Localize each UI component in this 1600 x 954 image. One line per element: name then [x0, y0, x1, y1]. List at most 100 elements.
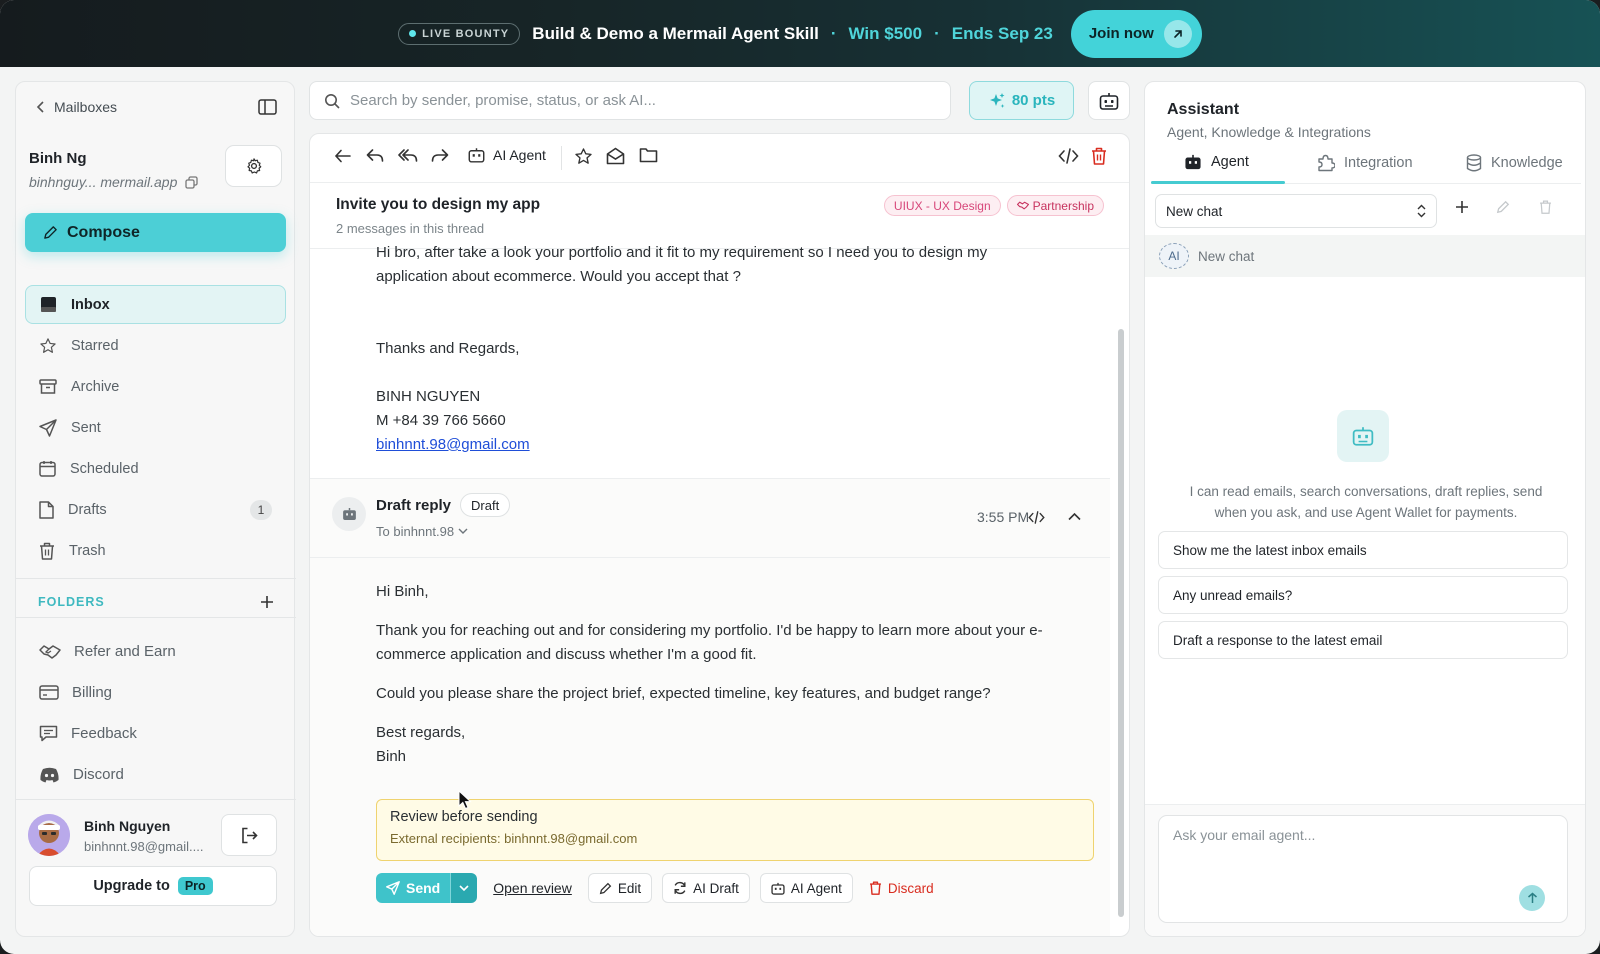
active-tab-indicator	[1151, 181, 1285, 184]
ai-draft-button[interactable]: AI Draft	[662, 873, 750, 903]
suggestion-button[interactable]: Draft a response to the latest email	[1158, 621, 1568, 659]
open-review-link[interactable]: Open review	[487, 880, 578, 896]
draft-badge: Draft	[460, 493, 511, 517]
account-name: Binh Ng	[29, 150, 87, 167]
sidebar-item-label: Starred	[71, 337, 119, 354]
back-arrow-icon[interactable]	[334, 147, 352, 165]
sidebar-item-sent[interactable]: Sent	[25, 408, 286, 447]
mark-unread-icon[interactable]	[606, 147, 625, 165]
bot-icon	[468, 147, 485, 163]
mailbox-nav: Inbox Starred Archive Sent Scheduled Dra…	[25, 285, 286, 572]
folder-label: Discord	[73, 766, 124, 783]
search-icon	[324, 93, 340, 109]
chevron-up-icon[interactable]	[1068, 512, 1081, 521]
sidebar-item-label: Scheduled	[70, 460, 139, 477]
forward-icon[interactable]	[431, 147, 449, 165]
assistant-send-button[interactable]	[1519, 885, 1545, 911]
copy-icon[interactable]	[185, 175, 199, 189]
sparkle-icon	[988, 92, 1006, 110]
arrow-up-icon	[1527, 892, 1538, 904]
draft-header: Draft reply Draft To binhnnt.98 3:55 PM	[310, 478, 1110, 558]
send-button-group: Send	[376, 873, 478, 903]
chat-select[interactable]: New chat	[1155, 194, 1437, 228]
ai-agent-toolbar-button[interactable]: AI Agent	[468, 147, 546, 163]
draft-recipient-toggle[interactable]: To binhnnt.98	[376, 524, 468, 539]
logout-button[interactable]	[221, 814, 277, 856]
inbox-icon	[40, 296, 57, 313]
search-input[interactable]: Search by sender, promise, status, or as…	[350, 92, 656, 109]
folder-label: Billing	[72, 684, 113, 701]
delete-chat-icon[interactable]	[1539, 200, 1552, 214]
settings-button[interactable]	[225, 145, 282, 187]
points-button[interactable]: 80 pts	[969, 81, 1074, 120]
add-folder-icon[interactable]	[260, 595, 274, 609]
promo-banner: LIVE BOUNTY Build & Demo a Mermail Agent…	[0, 0, 1600, 67]
tag-uiux[interactable]: UIUX - UX Design	[883, 195, 1001, 216]
chevron-down-icon	[459, 884, 469, 892]
tab-label: Knowledge	[1491, 155, 1563, 171]
reply-all-icon[interactable]	[398, 147, 418, 165]
avatar[interactable]	[28, 814, 70, 856]
folders-label: FOLDERS	[38, 595, 105, 609]
edit-button[interactable]: Edit	[587, 873, 653, 903]
sidebar-item-scheduled[interactable]: Scheduled	[25, 449, 286, 488]
code-icon[interactable]	[1058, 147, 1079, 165]
assistant-panel: Assistant Agent, Knowledge & Integration…	[1144, 81, 1586, 937]
account-email: binhnguy... mermail.app	[29, 174, 178, 190]
review-title: Review before sending	[390, 809, 538, 825]
folder-discord[interactable]: Discord	[39, 754, 279, 795]
sidebar-item-trash[interactable]: Trash	[25, 531, 286, 570]
mail-scrollbar[interactable]	[1118, 329, 1124, 917]
reply-icon[interactable]	[366, 147, 384, 165]
suggestion-button[interactable]: Show me the latest inbox emails	[1158, 531, 1568, 569]
folder-icon[interactable]	[639, 147, 658, 163]
ai-agent-label: AI Agent	[790, 880, 842, 896]
account-email-row: binhnguy... mermail.app	[29, 174, 199, 190]
suggestion-button[interactable]: Any unread emails?	[1158, 576, 1568, 614]
star-icon	[39, 337, 57, 355]
draft-paragraph: Could you please share the project brief…	[376, 685, 991, 702]
sidebar-item-starred[interactable]: Starred	[25, 326, 286, 365]
folder-feedback[interactable]: Feedback	[39, 713, 279, 754]
new-chat-icon[interactable]	[1455, 200, 1469, 214]
send-button[interactable]: Send	[376, 873, 451, 903]
sidebar-item-archive[interactable]: Archive	[25, 367, 286, 406]
refresh-icon	[673, 881, 687, 895]
delete-icon[interactable]	[1091, 147, 1107, 165]
compose-button[interactable]: Compose	[25, 213, 286, 252]
chat-list-item[interactable]: AI New chat	[1145, 235, 1585, 277]
folder-label: Refer and Earn	[74, 643, 176, 660]
assistant-input[interactable]: Ask your email agent...	[1158, 815, 1568, 923]
live-bounty-label: LIVE BOUNTY	[422, 27, 510, 40]
signature-email-link[interactable]: binhnnt.98@gmail.com	[376, 433, 530, 457]
draft-actions: Send Open review Edit AI Draft AI Agent	[376, 873, 940, 903]
folder-billing[interactable]: Billing	[39, 672, 279, 713]
empty-state-bot-icon	[1337, 410, 1389, 462]
folder-refer-and-earn[interactable]: Refer and Earn	[39, 631, 279, 672]
tab-label: Integration	[1344, 155, 1413, 171]
tag-partnership[interactable]: Partnership	[1006, 195, 1104, 216]
discard-button[interactable]: Discard	[863, 881, 940, 896]
tag-label: UIUX - UX Design	[893, 198, 991, 213]
sidebar-item-drafts[interactable]: Drafts 1	[25, 490, 286, 529]
search-bar[interactable]: Search by sender, promise, status, or as…	[309, 81, 951, 120]
points-label: 80 pts	[1011, 92, 1056, 109]
tab-integration[interactable]: Integration	[1317, 154, 1413, 172]
join-now-button[interactable]: Join now	[1070, 9, 1202, 58]
footer-user-name: Binh Nguyen	[84, 818, 171, 834]
assistant-toggle-button[interactable]	[1088, 81, 1130, 120]
sidebar-item-inbox[interactable]: Inbox	[25, 285, 286, 324]
upgrade-button[interactable]: Upgrade to Pro	[29, 866, 277, 906]
ai-agent-button[interactable]: AI Agent	[759, 873, 853, 903]
tab-agent[interactable]: Agent	[1184, 154, 1249, 170]
mail-toolbar: AI Agent	[310, 134, 1129, 183]
tab-knowledge[interactable]: Knowledge	[1466, 154, 1563, 172]
discard-label: Discard	[887, 880, 934, 896]
rename-chat-icon[interactable]	[1496, 200, 1510, 214]
send-options-button[interactable]	[450, 873, 478, 903]
thread-tags: UIUX - UX Design Partnership	[883, 195, 1104, 216]
sidebar-toggle-icon[interactable]	[258, 99, 277, 115]
code-icon[interactable]	[1028, 510, 1045, 525]
star-icon[interactable]	[574, 147, 593, 166]
mailboxes-back-link[interactable]: Mailboxes	[36, 99, 117, 115]
